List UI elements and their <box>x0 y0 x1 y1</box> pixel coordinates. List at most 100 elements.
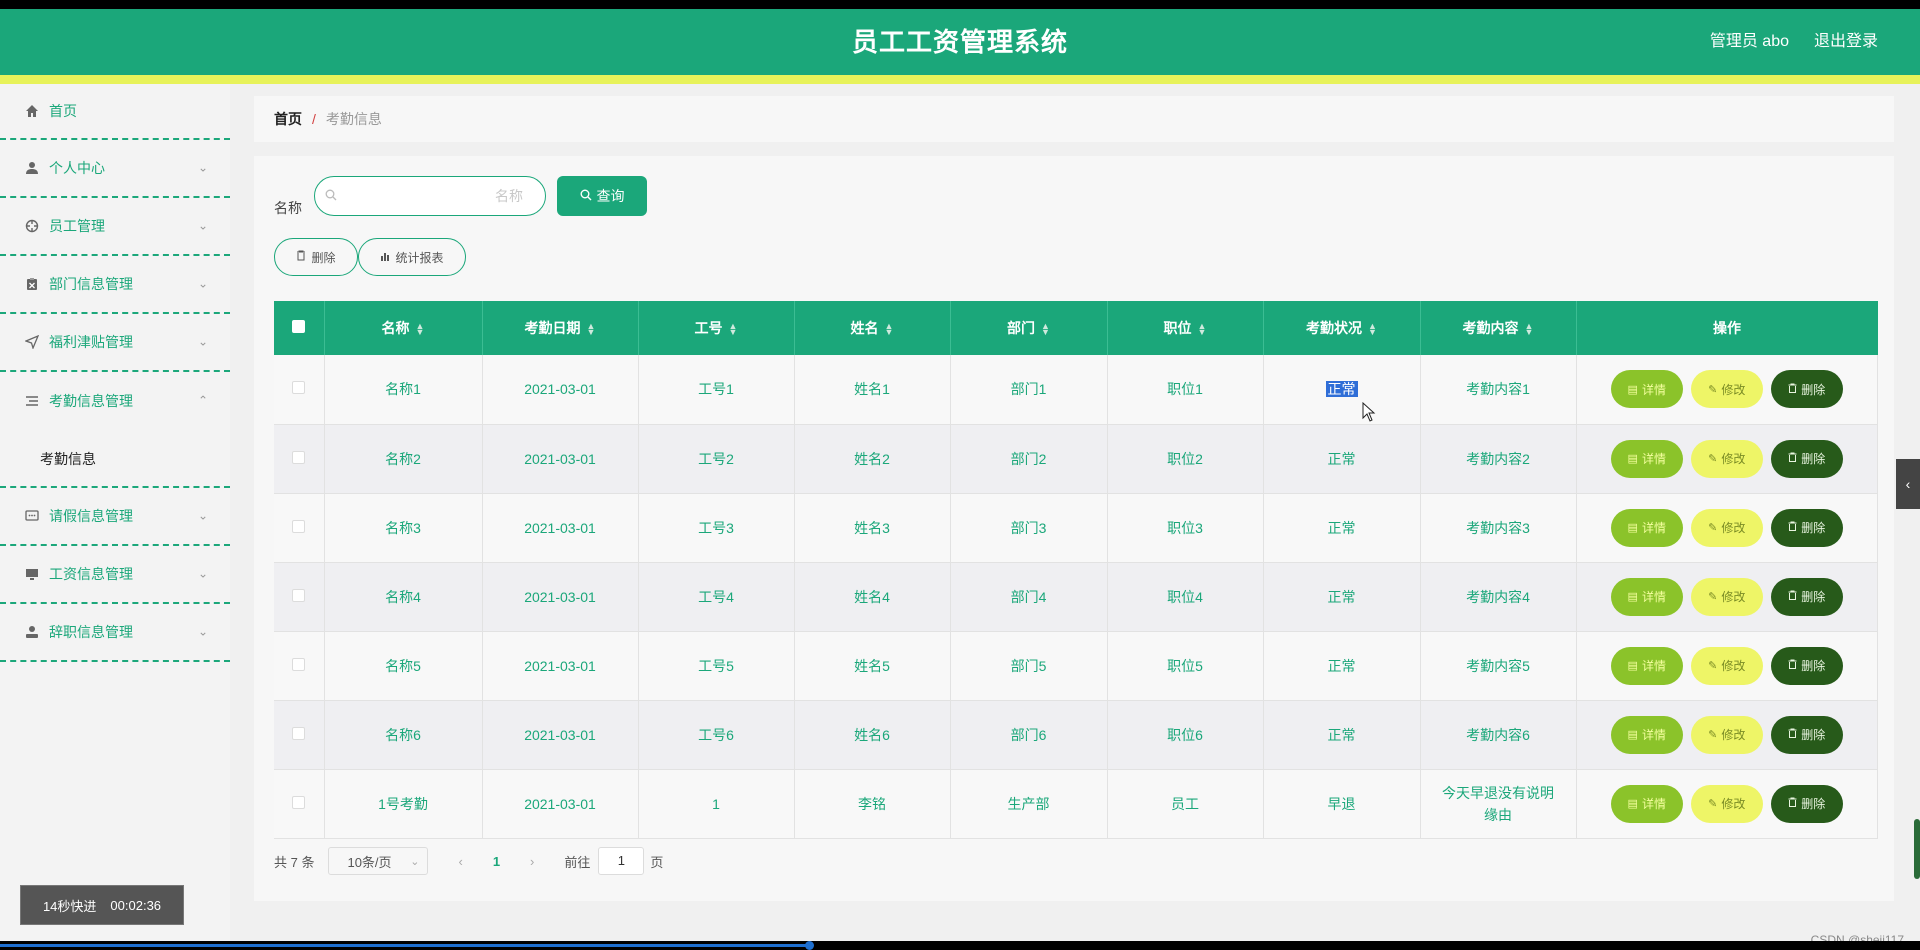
next-page-button[interactable]: › <box>530 854 534 869</box>
edit-button[interactable]: ✎ 修改 <box>1690 508 1763 547</box>
row-select-cell[interactable] <box>274 493 325 563</box>
sort-icon[interactable]: ▲ ▼ <box>1525 322 1534 337</box>
sidebar-subitem-attendance-info[interactable]: 考勤信息 <box>0 430 230 488</box>
select-all-cell[interactable] <box>274 301 325 355</box>
sidebar-item-leave[interactable]: 请假信息管理 ⌄ <box>0 488 230 546</box>
detail-button[interactable]: ▤ 详情 <box>1610 439 1683 478</box>
sidebar-item-resignation[interactable]: 辞职信息管理 ⌄ <box>0 604 230 662</box>
delete-button[interactable]: 删除 <box>1770 715 1843 754</box>
row-checkbox[interactable] <box>292 795 306 809</box>
column-header[interactable]: 职位 ▲ ▼ <box>1107 301 1264 355</box>
sort-icon[interactable]: ▲ ▼ <box>1041 322 1050 337</box>
sidebar-item-label: 员工管理 <box>49 218 105 234</box>
row-select-cell[interactable] <box>274 562 325 632</box>
table-row: 名称3 2021-03-01 工号3 姓名3 部门3 职位3 正常 考勤内容3 ▤ 详情 ✎ 修改 删除 <box>274 493 1878 563</box>
column-header[interactable]: 部门 ▲ ▼ <box>950 301 1108 355</box>
row-checkbox[interactable] <box>292 588 306 602</box>
sidebar-item-salary[interactable]: 工资信息管理 ⌄ <box>0 546 230 604</box>
cell-id-text: 工号6 <box>698 726 734 743</box>
edit-button[interactable]: ✎ 修改 <box>1690 439 1763 478</box>
detail-button[interactable]: ▤ 详情 <box>1610 577 1683 616</box>
row-checkbox[interactable] <box>292 519 306 533</box>
goto-page-input[interactable]: 1 <box>598 847 645 875</box>
person-icon <box>24 624 40 640</box>
detail-button[interactable]: ▤ 详情 <box>1610 715 1683 754</box>
sidebar-item-home[interactable]: 首页 <box>0 84 230 140</box>
sort-icon[interactable]: ▲ ▼ <box>587 322 596 337</box>
column-header[interactable]: 考勤状况 ▲ ▼ <box>1263 301 1421 355</box>
sidebar-item-welfare[interactable]: 福利津贴管理 ⌄ <box>0 314 230 372</box>
edit-button[interactable]: ✎ 修改 <box>1690 577 1763 616</box>
cell-content-text: 考勤内容2 <box>1466 450 1530 467</box>
row-select-cell[interactable] <box>274 769 325 839</box>
header: 员工工资管理系统 管理员 abo 退出登录 <box>0 9 1920 75</box>
sidebar-item-attendance[interactable]: 考勤信息管理 ⌃ <box>0 372 230 430</box>
cell-person: 姓名1 <box>794 355 951 425</box>
delete-button[interactable]: 删除 <box>1770 439 1843 478</box>
column-header[interactable]: 名称 ▲ ▼ <box>324 301 483 355</box>
edit-button-label: 修改 <box>1721 659 1746 673</box>
cell-date-text: 2021-03-01 <box>524 588 596 605</box>
select-all-checkbox[interactable] <box>292 320 306 333</box>
video-progress-bar[interactable] <box>0 941 1920 950</box>
detail-button-label: 详情 <box>1641 521 1666 535</box>
row-select-cell[interactable] <box>274 631 325 701</box>
row-select-cell[interactable] <box>274 700 325 770</box>
delete-button[interactable]: 删除 <box>1770 508 1843 547</box>
breadcrumb-home[interactable]: 首页 <box>274 109 302 129</box>
scrollbar[interactable] <box>1914 819 1920 879</box>
search-field[interactable] <box>314 176 546 216</box>
sort-icon[interactable]: ▲ ▼ <box>885 322 894 337</box>
detail-button[interactable]: ▤ 详情 <box>1610 370 1683 409</box>
row-checkbox[interactable] <box>292 381 306 395</box>
prev-page-button[interactable]: ‹ <box>458 854 462 869</box>
column-header[interactable]: 工号 ▲ ▼ <box>638 301 795 355</box>
edit-button[interactable]: ✎ 修改 <box>1690 715 1763 754</box>
row-select-cell[interactable] <box>274 424 325 494</box>
logout-link[interactable]: 退出登录 <box>1814 9 1878 75</box>
collapse-toggle-button[interactable]: ‹ <box>1896 459 1920 509</box>
edit-button[interactable]: ✎ 修改 <box>1690 784 1763 823</box>
detail-button[interactable]: ▤ 详情 <box>1610 784 1683 823</box>
chevron-left-icon: ‹ <box>1905 476 1911 492</box>
sidebar-item-employee[interactable]: 员工管理 ⌄ <box>0 198 230 256</box>
table-row: 名称1 2021-03-01 工号1 姓名1 部门1 职位1 正常 考勤内容1 ▤ 详情 ✎ 修改 删除 <box>274 355 1878 425</box>
page-number[interactable]: 1 <box>493 854 500 869</box>
row-checkbox[interactable] <box>292 450 306 464</box>
delete-button[interactable]: 删除 <box>1770 646 1843 685</box>
column-header[interactable]: 考勤日期 ▲ ▼ <box>482 301 639 355</box>
delete-button[interactable]: 删除 <box>1770 370 1843 409</box>
cell-status-text: 正常 <box>1327 450 1356 467</box>
file-icon: ▤ <box>1627 729 1638 741</box>
row-checkbox[interactable] <box>292 657 306 671</box>
edit-button[interactable]: ✎ 修改 <box>1690 646 1763 685</box>
sort-icon[interactable]: ▲ ▼ <box>416 322 425 337</box>
sidebar-item-department[interactable]: 部门信息管理 ⌄ <box>0 256 230 314</box>
query-button[interactable]: 查询 <box>557 176 647 216</box>
sort-icon[interactable]: ▲ ▼ <box>729 322 738 337</box>
video-progress-knob[interactable] <box>805 941 814 950</box>
stats-report-button[interactable]: 统计报表 <box>358 238 466 276</box>
column-header[interactable]: 姓名 ▲ ▼ <box>794 301 951 355</box>
search-input[interactable] <box>343 188 523 204</box>
delete-button[interactable]: 删除 <box>1770 784 1843 823</box>
row-checkbox[interactable] <box>292 726 306 740</box>
batch-delete-button[interactable]: 删除 <box>274 238 358 276</box>
cell-id-text: 1 <box>712 795 720 812</box>
edit-button[interactable]: ✎ 修改 <box>1690 370 1763 409</box>
sidebar-item-personal-center[interactable]: 个人中心 ⌄ <box>0 140 230 198</box>
cell-dept-text: 部门2 <box>1010 450 1047 467</box>
row-select-cell[interactable] <box>274 355 325 425</box>
delete-button[interactable]: 删除 <box>1770 577 1843 616</box>
edit-button-label: 修改 <box>1721 382 1746 397</box>
column-header[interactable]: 考勤内容 ▲ ▼ <box>1420 301 1577 355</box>
cell-dept: 部门4 <box>950 562 1108 632</box>
app-window: 员工工资管理系统 管理员 abo 退出登录 首页 个人中心 ⌄ 员工管理 ⌄ 部… <box>0 9 1920 941</box>
detail-button[interactable]: ▤ 详情 <box>1610 646 1683 685</box>
sort-icon[interactable]: ▲ ▼ <box>1198 322 1207 337</box>
detail-button[interactable]: ▤ 详情 <box>1610 508 1683 547</box>
page-size-select[interactable]: 10条/页 ⌄ <box>328 847 429 875</box>
cell-id: 工号3 <box>638 493 795 563</box>
cell-content: 考勤内容3 <box>1420 493 1577 563</box>
sort-icon[interactable]: ▲ ▼ <box>1368 322 1377 337</box>
